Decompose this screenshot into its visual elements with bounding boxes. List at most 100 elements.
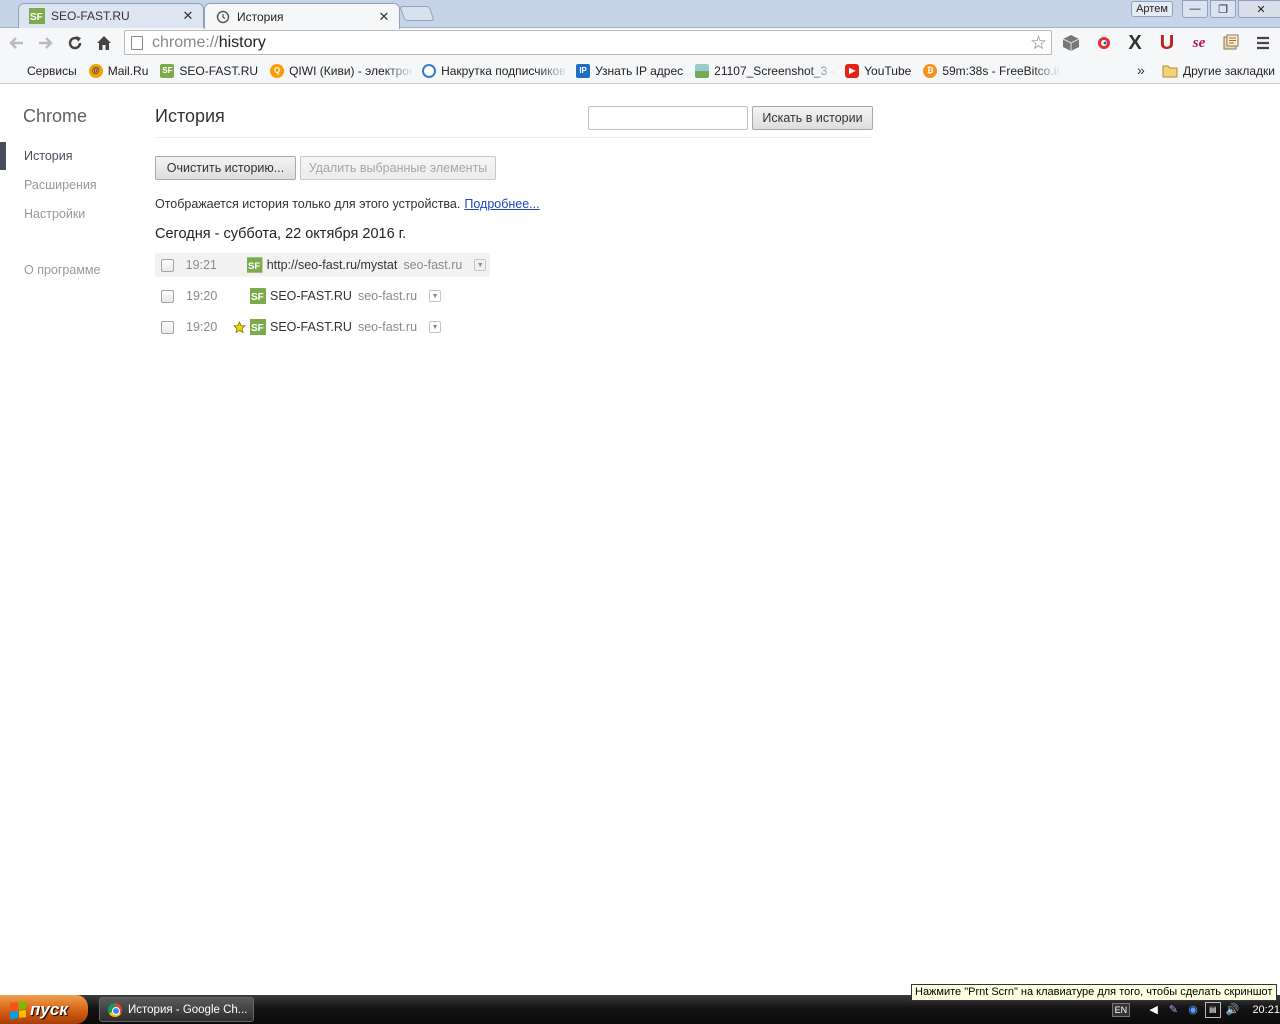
search-history-button[interactable]: Искать в истории [752, 106, 873, 130]
mailru-icon: @ [88, 63, 103, 78]
entry-time: 19:20 [186, 289, 218, 303]
bitcoin-icon: ₿ [923, 63, 938, 78]
sidebar-item-history[interactable]: История [24, 149, 72, 163]
bookmark-nakrutka[interactable]: Накрутка подписчиков [418, 60, 568, 82]
other-bookmarks-folder[interactable]: Другие закладки [1162, 60, 1275, 82]
close-tab-icon[interactable]: ✕ [181, 8, 195, 24]
bookmark-qiwi[interactable]: Q QIWI (Киви) - электрон [266, 60, 414, 82]
history-search-input[interactable] [588, 106, 748, 130]
header-divider [155, 137, 873, 138]
tab-history[interactable]: История ✕ [204, 3, 400, 29]
delete-selected-button[interactable]: Удалить выбранные элементы [300, 156, 496, 180]
sidebar-selection-marker [0, 142, 6, 170]
bookmark-ip[interactable]: IP Узнать IP адрес [572, 60, 687, 82]
entry-title-link[interactable]: SEO-FAST.RU [270, 320, 352, 334]
home-icon[interactable] [93, 32, 115, 54]
bookmark-label: 21107_Screenshot_3 - Э [714, 63, 838, 78]
svg-text:SF: SF [251, 292, 264, 303]
seo-fast-icon: SF [250, 288, 266, 304]
taskbar-window-title: История - Google Ch... [128, 1003, 248, 1016]
device-info-text: Отображается история только для этого ус… [155, 197, 540, 211]
back-icon[interactable] [6, 32, 28, 54]
minimize-button[interactable]: — [1182, 0, 1208, 18]
sidebar-item-about[interactable]: О программе [24, 263, 100, 277]
entry-menu-chevron-icon[interactable]: ▼ [429, 321, 442, 333]
history-entry[interactable]: 19:20 SF SEO-FAST.RU seo-fast.ru ▼ [155, 315, 445, 339]
entry-checkbox[interactable] [161, 258, 174, 272]
history-clock-icon [216, 10, 230, 23]
youtube-icon: ▶ [845, 63, 860, 78]
taskbar-chrome-window[interactable]: История - Google Ch... [99, 997, 254, 1022]
bookmarks-overflow-button[interactable]: » [1137, 62, 1145, 78]
bookmark-mailru[interactable]: @ Mail.Ru [85, 60, 153, 82]
bookmark-seo-fast[interactable]: SF SEO-FAST.RU [156, 60, 262, 82]
bookmark-label: Узнать IP адрес [595, 63, 684, 78]
bookmark-freebitco[interactable]: ₿ 59m:38s - FreeBitco.in - [919, 60, 1061, 82]
tray-network-icon[interactable]: ◉ [1185, 1002, 1201, 1018]
entry-checkbox[interactable] [161, 289, 174, 303]
tab-seo-fast[interactable]: SF SEO-FAST.RU ✕ [18, 3, 204, 28]
tab-title: SEO-FAST.RU [51, 9, 130, 23]
bookmark-youtube[interactable]: ▶ YouTube [841, 60, 915, 82]
history-entry[interactable]: 19:21 SF http://seo-fast.ru/mystat seo-f… [155, 253, 490, 277]
bookmark-label: Mail.Ru [107, 63, 149, 78]
close-tab-icon[interactable]: ✕ [377, 9, 391, 25]
bookmark-label: 59m:38s - FreeBitco.in - [942, 63, 1062, 78]
close-window-button[interactable]: ✕ [1238, 0, 1280, 18]
windows-logo-icon [10, 1000, 26, 1019]
device-info-label: Отображается история только для этого ус… [155, 197, 461, 211]
bookmark-screenshot[interactable]: 21107_Screenshot_3 - Э [691, 60, 837, 82]
tray-feather-icon[interactable]: ✎ [1165, 1002, 1181, 1018]
bookmark-services[interactable]: Сервисы [4, 60, 81, 82]
address-bar[interactable]: chrome://history ☆ [124, 30, 1052, 55]
entry-title-link[interactable]: SEO-FAST.RU [270, 289, 352, 303]
tab-title: История [237, 9, 284, 24]
entry-checkbox[interactable] [161, 320, 174, 334]
seo-fast-icon: SF [160, 63, 175, 78]
entry-title-link[interactable]: http://seo-fast.ru/mystat [267, 258, 398, 272]
start-button[interactable]: пуск [0, 995, 88, 1024]
extension-swirl-icon[interactable] [1093, 32, 1115, 54]
tray-arrow-icon[interactable]: ◀ [1146, 1002, 1162, 1018]
extension-u-icon[interactable]: U [1156, 32, 1178, 54]
sidebar-item-settings[interactable]: Настройки [24, 207, 85, 221]
start-label: пуск [30, 999, 68, 1019]
ip-icon: IP [576, 63, 591, 78]
volume-icon[interactable]: 🔊 [1225, 1002, 1241, 1018]
language-indicator[interactable]: EN [1112, 1002, 1130, 1017]
reload-icon[interactable] [64, 32, 86, 54]
swirl-icon [422, 63, 437, 78]
bookmark-label: Другие закладки [1183, 64, 1275, 78]
entry-menu-chevron-icon[interactable]: ▼ [474, 259, 486, 271]
entry-domain: seo-fast.ru [403, 258, 463, 272]
history-page: Chrome История Расширения Настройки О пр… [0, 85, 1280, 995]
chrome-menu-icon[interactable] [1252, 32, 1274, 54]
extension-se-icon[interactable]: se [1188, 32, 1210, 54]
sidebar-brand: Chrome [23, 106, 88, 126]
extension-notes-icon[interactable] [1220, 32, 1242, 54]
bookmark-star-icon[interactable]: ☆ [1030, 32, 1047, 55]
tray-display-icon[interactable]: ▤ [1204, 1001, 1221, 1018]
page-icon [131, 35, 143, 50]
bookmark-label: SEO-FAST.RU [179, 63, 259, 78]
history-entry[interactable]: 19:20 SF SEO-FAST.RU seo-fast.ru ▼ [155, 284, 445, 308]
new-tab-button[interactable] [399, 6, 435, 21]
entry-menu-chevron-icon[interactable]: ▼ [429, 290, 442, 302]
entry-star-slot [228, 258, 245, 272]
url-path: history [218, 33, 266, 51]
taskbar-clock: 20:21 [1252, 1003, 1280, 1016]
sidebar-item-extensions[interactable]: Расширения [24, 178, 97, 192]
bookmark-label: QIWI (Киви) - электрон [289, 63, 415, 78]
entry-time: 19:21 [185, 258, 217, 272]
extension-box-icon[interactable] [1060, 32, 1082, 54]
bookmark-label: Накрутка подписчиков [441, 63, 566, 78]
extension-x-icon[interactable]: X [1124, 32, 1146, 54]
learn-more-link[interactable]: Подробнее... [464, 197, 539, 211]
forward-icon[interactable] [34, 32, 56, 54]
entry-domain: seo-fast.ru [357, 289, 418, 303]
restore-button[interactable]: ❐ [1210, 0, 1236, 18]
profile-button[interactable]: Артем [1131, 1, 1173, 17]
bookmarked-star-icon [230, 320, 248, 334]
clear-history-button[interactable]: Очистить историю... [155, 156, 296, 180]
entry-star-slot [230, 289, 248, 303]
